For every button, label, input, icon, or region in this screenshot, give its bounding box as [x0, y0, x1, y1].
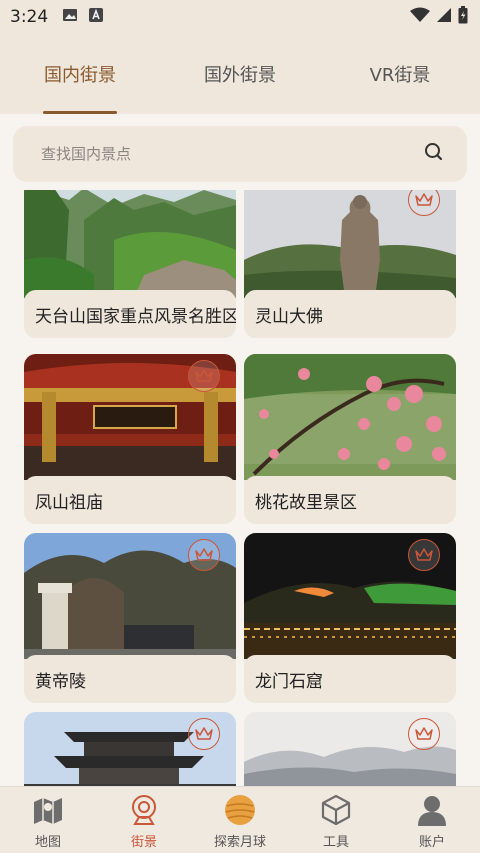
spot-card-pagoda[interactable] — [24, 712, 236, 786]
tab-domestic-street-view[interactable]: 国内街景 — [0, 34, 160, 114]
nav-explore-moon[interactable]: 探索月球 — [192, 787, 288, 853]
spot-name: 凤山祖庙 — [24, 476, 236, 524]
premium-crown-icon — [188, 539, 220, 571]
signal-icon — [436, 7, 452, 27]
wifi-icon — [410, 7, 430, 27]
app-notification-icon — [88, 7, 104, 27]
premium-crown-icon — [408, 718, 440, 750]
active-tab-indicator — [43, 111, 117, 114]
spot-name: 龙门石窟 — [244, 655, 456, 703]
top-tabs: 国内街景 国外街景 VR街景 — [0, 34, 480, 114]
spot-card-lingshan-buddha[interactable]: 灵山大佛 — [244, 190, 456, 338]
nav-label: 地图 — [34, 835, 61, 850]
nav-label: 街景 — [130, 835, 157, 850]
premium-crown-icon — [188, 360, 220, 392]
nav-street-view[interactable]: 街景 — [96, 787, 192, 853]
map-icon — [31, 793, 65, 827]
spot-photo — [24, 190, 236, 298]
gallery-notification-icon — [62, 7, 78, 27]
search-bar — [13, 126, 467, 182]
nav-map[interactable]: 地图 — [0, 787, 96, 853]
tab-foreign-street-view[interactable]: 国外街景 — [160, 34, 320, 114]
status-time: 3:24 — [10, 7, 49, 27]
nav-label: 探索月球 — [213, 835, 266, 850]
premium-crown-icon — [188, 718, 220, 750]
scenic-spot-grid: 天台山国家重点风景名胜区 灵山大佛 凤山祖庙 桃花故里景区 黄帝陵 龙门石窟 — [24, 190, 456, 786]
spot-name: 天台山国家重点风景名胜区 — [24, 290, 236, 338]
tools-cube-icon — [319, 793, 353, 827]
spot-card-peach-blossom[interactable]: 桃花故里景区 — [244, 354, 456, 524]
status-bar: 3:24 — [0, 0, 480, 34]
spot-name: 桃花故里景区 — [244, 476, 456, 524]
spot-card-huangdi-mausoleum[interactable]: 黄帝陵 — [24, 533, 236, 703]
search-icon[interactable] — [423, 141, 445, 167]
battery-icon — [458, 6, 468, 28]
premium-crown-icon — [408, 539, 440, 571]
nav-label: 账户 — [418, 835, 445, 850]
nav-account[interactable]: 账户 — [384, 787, 480, 853]
tab-label: 国外街景 — [204, 65, 276, 86]
moon-icon — [223, 793, 257, 827]
tab-label: VR街景 — [369, 65, 431, 86]
spot-photo — [244, 354, 456, 480]
bottom-navigation: 地图 街景 探索月球 工具 账户 — [0, 786, 480, 853]
spot-card-misty-mountains[interactable] — [244, 712, 456, 786]
nav-tools[interactable]: 工具 — [288, 787, 384, 853]
spot-card-tiantai-mountain[interactable]: 天台山国家重点风景名胜区 — [24, 190, 236, 338]
search-input[interactable] — [41, 145, 423, 163]
account-icon — [415, 793, 449, 827]
nav-label: 工具 — [322, 835, 349, 850]
spot-card-fengshan-temple[interactable]: 凤山祖庙 — [24, 354, 236, 524]
spot-card-longmen-grottoes[interactable]: 龙门石窟 — [244, 533, 456, 703]
street-view-icon — [127, 793, 161, 827]
tab-label: 国内街景 — [44, 65, 116, 86]
spot-name: 灵山大佛 — [244, 290, 456, 338]
tab-vr-street-view[interactable]: VR街景 — [320, 34, 480, 114]
spot-name: 黄帝陵 — [24, 655, 236, 703]
